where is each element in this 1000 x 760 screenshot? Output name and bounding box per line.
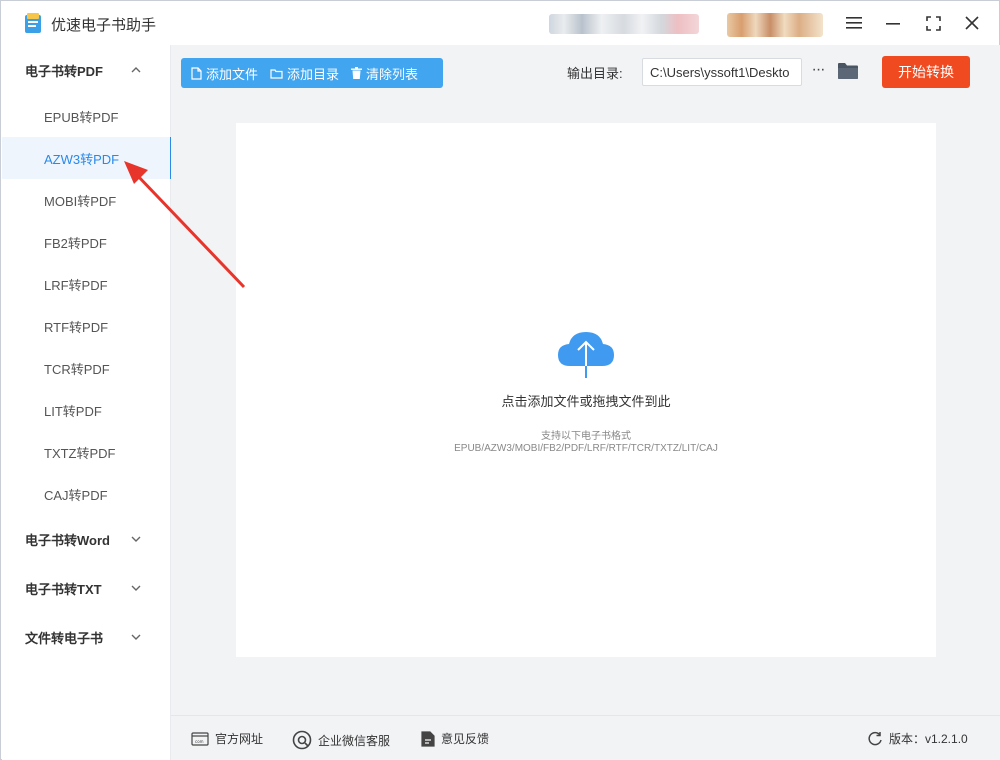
feedback-link[interactable]: 意见反馈 bbox=[421, 730, 489, 747]
app-window: 优速电子书助手 电子书转PDF EPUB转PDF AZW3转PDF MOBI转P… bbox=[0, 0, 1000, 760]
folder-icon bbox=[270, 68, 283, 79]
website-link[interactable]: com 官方网址 bbox=[191, 730, 263, 747]
app-title: 优速电子书助手 bbox=[51, 17, 157, 34]
trash-icon bbox=[351, 67, 363, 79]
cloud-upload-icon bbox=[558, 332, 614, 378]
drop-zone-subtitle: 支持以下电子书格式 bbox=[541, 431, 631, 442]
sidebar-item-caj-to-pdf[interactable]: CAJ转PDF bbox=[2, 473, 170, 515]
sidebar-item-label: TXTZ转PDF bbox=[44, 445, 116, 461]
version-label: 版本：v1.2.1.0 bbox=[889, 732, 968, 746]
sidebar-item-lit-to-pdf[interactable]: LIT转PDF bbox=[2, 389, 170, 431]
output-dir-field[interactable]: C:\Users\yssoft1\Deskto bbox=[642, 58, 802, 86]
supported-formats: EPUB/AZW3/MOBI/FB2/PDF/LRF/RTF/TCR/TXTZ/… bbox=[454, 443, 718, 454]
fullscreen-button[interactable] bbox=[920, 11, 946, 35]
sidebar-group-label: 文件转电子书 bbox=[25, 630, 104, 646]
sidebar-item-label: MOBI转PDF bbox=[44, 193, 117, 209]
website-icon: com bbox=[191, 731, 209, 746]
add-folder-button[interactable]: 添加目录 bbox=[260, 58, 341, 88]
footer-bar: com 官方网址 企业微信客服 意见反馈 版本：v1.2.1.0 bbox=[171, 715, 1000, 760]
browse-more-button[interactable]: ··· bbox=[808, 59, 828, 85]
chevron-up-icon bbox=[131, 67, 141, 73]
sidebar-item-label: RTF转PDF bbox=[44, 319, 109, 335]
sidebar-item-rtf-to-pdf[interactable]: RTF转PDF bbox=[2, 305, 170, 347]
svg-text:com: com bbox=[195, 739, 204, 744]
sidebar-item-tcr-to-pdf[interactable]: TCR转PDF bbox=[2, 347, 170, 389]
redacted-avatar[interactable] bbox=[727, 13, 823, 37]
close-icon bbox=[965, 16, 979, 30]
refresh-icon bbox=[868, 731, 882, 745]
sidebar-item-label: TCR转PDF bbox=[44, 361, 110, 377]
close-button[interactable] bbox=[959, 11, 985, 35]
add-file-label: 添加文件 bbox=[206, 66, 259, 82]
sidebar-group-file-to-ebook[interactable]: 文件转电子书 bbox=[2, 617, 170, 657]
version-info[interactable]: 版本：v1.2.1.0 bbox=[867, 730, 968, 747]
feedback-label: 意见反馈 bbox=[441, 732, 490, 746]
sidebar-item-label: AZW3转PDF bbox=[44, 151, 120, 167]
minimize-icon bbox=[886, 23, 900, 25]
file-drop-zone[interactable]: 点击添加文件或拖拽文件到此 支持以下电子书格式 EPUB/AZW3/MOBI/F… bbox=[236, 123, 936, 657]
chat-support-icon bbox=[292, 730, 312, 750]
output-dir-label: 输出目录: bbox=[567, 66, 623, 81]
file-icon bbox=[191, 66, 202, 80]
feedback-icon bbox=[421, 730, 435, 747]
sidebar-item-label: LRF转PDF bbox=[44, 277, 108, 293]
sidebar-group-label: 电子书转Word bbox=[25, 532, 110, 548]
redacted-user-info bbox=[549, 14, 699, 34]
open-folder-icon[interactable] bbox=[837, 61, 859, 81]
add-folder-label: 添加目录 bbox=[287, 66, 340, 82]
fullscreen-icon bbox=[925, 15, 941, 31]
sidebar-group-label: 电子书转PDF bbox=[25, 63, 104, 79]
sidebar-item-epub-to-pdf[interactable]: EPUB转PDF bbox=[2, 95, 170, 137]
chevron-down-icon bbox=[131, 634, 141, 640]
sidebar-item-label: EPUB转PDF bbox=[44, 109, 119, 125]
sidebar-item-label: FB2转PDF bbox=[44, 235, 107, 251]
minimize-button[interactable] bbox=[880, 11, 906, 35]
add-file-button[interactable]: 添加文件 bbox=[181, 58, 260, 88]
menu-button[interactable] bbox=[841, 11, 867, 35]
annotation-arrow bbox=[124, 161, 246, 289]
sidebar-group-ebook-to-txt[interactable]: 电子书转TXT bbox=[2, 568, 170, 608]
title-bar: 优速电子书助手 bbox=[1, 1, 999, 45]
sidebar-item-label: CAJ转PDF bbox=[44, 487, 108, 503]
wechat-support-link[interactable]: 企业微信客服 bbox=[292, 730, 390, 750]
wechat-support-label: 企业微信客服 bbox=[318, 733, 391, 748]
file-toolbar: 添加文件 添加目录 清除列表 bbox=[181, 58, 443, 88]
clear-list-button[interactable]: 清除列表 bbox=[341, 58, 420, 88]
sidebar-group-ebook-to-pdf[interactable]: 电子书转PDF bbox=[2, 50, 170, 90]
clear-list-label: 清除列表 bbox=[366, 66, 419, 82]
website-label: 官方网址 bbox=[215, 732, 264, 746]
sidebar-group-label: 电子书转TXT bbox=[25, 581, 102, 597]
drop-zone-title: 点击添加文件或拖拽文件到此 bbox=[501, 394, 671, 409]
start-convert-button[interactable]: 开始转换 bbox=[882, 56, 970, 88]
sidebar-item-txtz-to-pdf[interactable]: TXTZ转PDF bbox=[2, 431, 170, 473]
chevron-down-icon bbox=[131, 585, 141, 591]
chevron-down-icon bbox=[131, 536, 141, 542]
sidebar: 电子书转PDF EPUB转PDF AZW3转PDF MOBI转PDF FB2转P… bbox=[2, 45, 172, 760]
sidebar-item-label: LIT转PDF bbox=[44, 403, 102, 419]
main-panel: 添加文件 添加目录 清除列表 输出目录: C:\Users\yssoft1\De… bbox=[171, 45, 1000, 760]
hamburger-icon bbox=[846, 17, 862, 29]
sidebar-group-ebook-to-word[interactable]: 电子书转Word bbox=[2, 519, 170, 559]
app-logo-icon bbox=[25, 13, 41, 33]
